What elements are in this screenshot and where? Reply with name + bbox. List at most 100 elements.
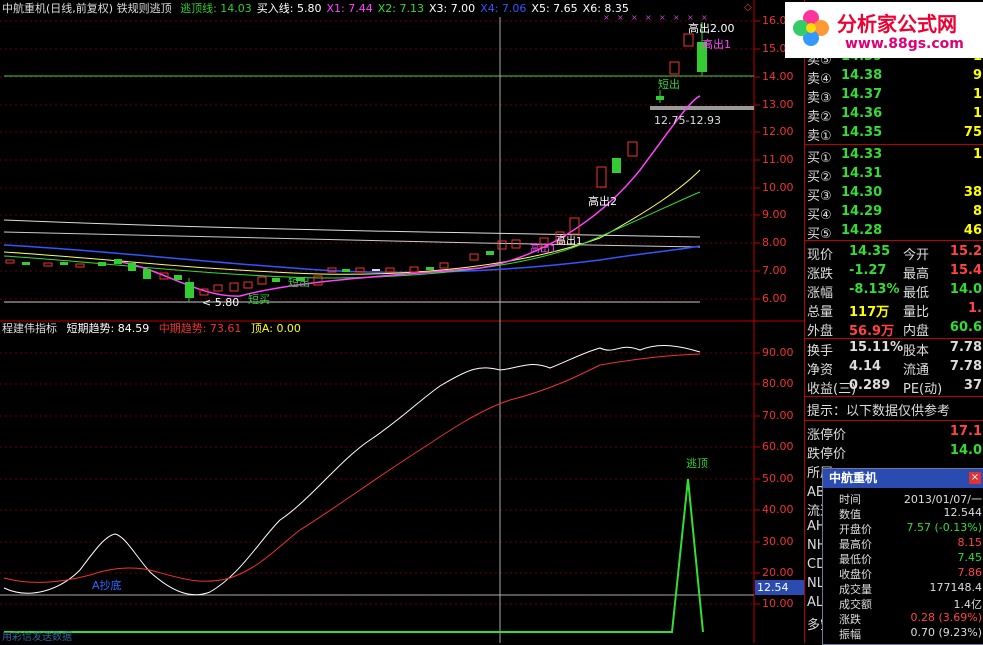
stat-value: 15.11% — [849, 340, 904, 355]
popup-value: 177148.4 — [929, 581, 983, 594]
stats-row: 收益(三) 0.289 PE(动) 37 — [805, 378, 983, 397]
popup-key: 涨跌 — [839, 613, 861, 626]
indicator-value: 买入线: 5.80 — [256, 2, 322, 15]
price-tick-label: 14.00 — [762, 70, 794, 83]
indicator-tick-label: 50.00 — [762, 472, 794, 485]
quote-row: 买③ 14.30 38 — [805, 185, 983, 204]
top-a-value: 顶A: 0.00 — [250, 322, 301, 335]
popup-row: 时间 2013/01/07/一 — [823, 491, 983, 506]
divider — [805, 338, 983, 339]
stat-label: 最高 — [903, 267, 930, 282]
stat-value: 60.6 — [949, 320, 982, 335]
stat-value: 56.9万 — [849, 324, 895, 339]
quote-row: 卖④ 14.38 9 — [805, 68, 983, 87]
price-tick-label: 6.00 — [762, 292, 787, 305]
side-label: AL — [807, 595, 824, 610]
popup-row: 收盘价 7.86 — [823, 566, 983, 581]
popup-row: 最低价 7.45 — [823, 551, 983, 566]
flower-icon — [791, 8, 831, 48]
stat-label: 涨幅 — [807, 286, 834, 301]
quote-row: 买④ 14.29 8 — [805, 204, 983, 223]
price-tick-label: 11.00 — [762, 153, 794, 166]
quote-price: 14.35 — [841, 125, 883, 140]
popup-key: 成交量 — [839, 583, 872, 596]
mid-trend-line — [3, 353, 701, 583]
stat-label: 净资 — [807, 363, 834, 378]
popup-row: 最高价 8.15 — [823, 536, 983, 551]
quote-label: 卖③ — [807, 91, 832, 106]
quote-price: 14.38 — [841, 68, 883, 83]
limit-label: 涨停价 — [807, 428, 847, 443]
main-grid — [0, 20, 754, 300]
footer-send-data[interactable]: 用彩信发送数据 — [2, 628, 72, 643]
indicator-value: X2: 7.13 — [377, 2, 424, 15]
indicator-tick-label: 70.00 — [762, 409, 794, 422]
annotation-escape-top: 高出2.00 — [688, 22, 735, 35]
indicator-header: 程建伟指标 短期趋势: 84.59 中期趋势: 73.61 顶A: 0.00 — [2, 322, 307, 336]
escape-signal-label: 逃顶 — [686, 457, 708, 470]
quote-label: 卖④ — [807, 72, 832, 87]
indicator-tick-label: 40.00 — [762, 503, 794, 516]
popup-row: 涨跌 0.28 (3.69%) — [823, 611, 983, 626]
quote-label: 买① — [807, 151, 832, 166]
quote-price: 14.30 — [841, 185, 883, 200]
popup-value: 8.15 — [957, 536, 983, 549]
short-trend-line — [3, 345, 701, 596]
stat-value: 37 — [963, 378, 982, 393]
ma-line-yellow — [3, 169, 701, 275]
annotation-high-out-1c: 高出1 — [530, 244, 557, 255]
popup-value: 7.45 — [957, 551, 983, 564]
indicator-value: X1: 7.44 — [326, 2, 373, 15]
svg-text:×: × — [659, 13, 666, 22]
bottom-signal-label: A抄底 — [92, 579, 122, 592]
price-tick-label: 12.00 — [762, 125, 794, 138]
quote-price: 14.31 — [841, 166, 883, 181]
popup-value: 0.70 (9.23%) — [910, 626, 982, 639]
stat-label: 流通 — [903, 363, 930, 378]
limit-value: 17.1 — [949, 424, 982, 439]
quote-price: 14.33 — [841, 147, 883, 162]
popup-key: 时间 — [839, 493, 861, 506]
indicator-tick-label: 80.00 — [762, 377, 794, 390]
stat-value: -1.27 — [849, 263, 887, 278]
stat-label: 量比 — [903, 305, 930, 320]
popup-title[interactable]: 中航重机 — [823, 469, 983, 488]
price-tick-label: 10.00 — [762, 181, 794, 194]
indicator-title: 程建伟指标 — [2, 322, 57, 335]
stat-value: 14.0 — [949, 282, 982, 297]
logo-name: 分析家公式网 — [837, 12, 957, 36]
price-tick-label: 13.00 — [762, 98, 794, 111]
quote-volume: 1 — [972, 106, 982, 121]
quote-row: 卖② 14.36 1 — [805, 106, 983, 125]
quote-label: 买③ — [807, 189, 832, 204]
quote-price: 14.37 — [841, 87, 883, 102]
price-tick-label: 9.00 — [762, 208, 787, 221]
quote-volume: 9 — [972, 68, 982, 83]
quote-volume: 46 — [963, 223, 982, 238]
annotation-high-out-1b: 高出1 — [556, 236, 583, 247]
indicator-tick-label: 60.00 — [762, 440, 794, 453]
quote-label: 买④ — [807, 208, 832, 223]
stats-row: 外盘 56.9万 内盘 60.6 — [805, 320, 983, 339]
popup-row: 成交额 1.4亿 — [823, 596, 983, 611]
popup-value: 2013/01/07/一 — [903, 493, 982, 506]
logo-url[interactable]: www.88gs.com — [845, 36, 964, 52]
indicator-value: X5: 7.65 — [531, 2, 578, 15]
quote-volume: 38 — [963, 185, 982, 200]
quote-volume: 1 — [972, 87, 982, 102]
stat-value: 7.78 — [949, 359, 982, 374]
stat-label: 现价 — [807, 248, 834, 263]
indicator-value: 逃顶线: 14.03 — [180, 2, 252, 15]
popup-key: 最高价 — [839, 538, 872, 551]
short-trend-value: 短期趋势: 84.59 — [66, 322, 150, 335]
close-icon[interactable]: × — [969, 472, 981, 484]
popup-key: 数值 — [839, 508, 861, 521]
quote-price: 14.28 — [841, 223, 883, 238]
stats-row: 净资 4.14 流通 7.78 — [805, 359, 983, 378]
data-popup[interactable]: 中航重机 × 时间 2013/01/07/一 数值 12.544 开盘价 7.57 (-0… — [822, 468, 983, 645]
indicator-values: 逃顶线: 14.03 买入线: 5.80 X1: 7.44 X2: 7.13 X3: 7… — [180, 2, 634, 15]
popup-value: 7.57 (-0.13%) — [906, 521, 983, 534]
stat-value: 4.14 — [849, 359, 882, 374]
quote-volume: 75 — [963, 125, 982, 140]
limit-label: 跌停价 — [807, 447, 847, 462]
